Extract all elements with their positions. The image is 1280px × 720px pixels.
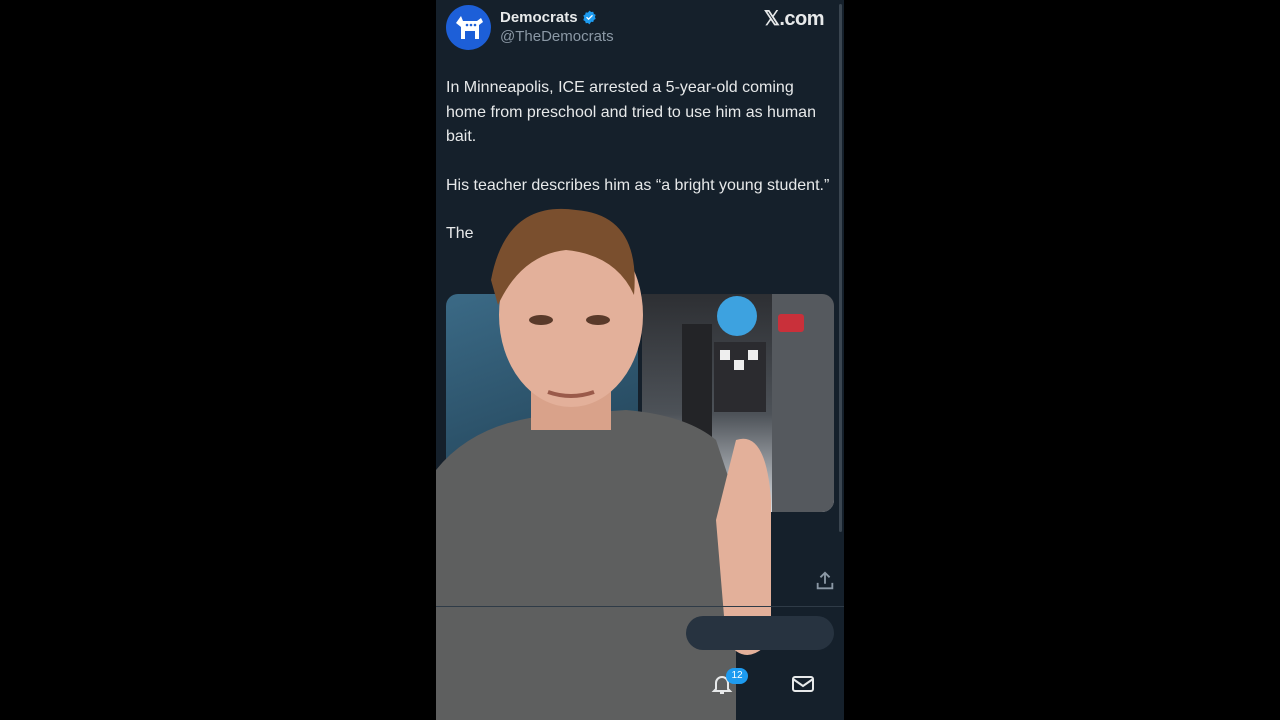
democrat-donkey-icon [456,16,483,39]
tweet-header: Democrats @TheDemocrats 𝕏.com [436,0,844,56]
reply-input[interactable] [686,616,834,650]
notification-count-badge: 12 [726,668,748,684]
site-label: 𝕏.com [763,8,825,30]
mail-icon[interactable] [791,672,815,696]
account-handle[interactable]: @TheDemocrats [500,28,614,45]
verified-badge-icon [582,10,596,25]
account-avatar[interactable] [446,5,491,50]
account-name[interactable]: Democrats [500,9,578,26]
bottom-nav: 12 [436,660,844,720]
tweet-screen: Democrats @TheDemocrats 𝕏.com In Minneap… [436,0,844,720]
tweet-paragraph: In Minneapolis, ICE arrested a 5-year-ol… [446,79,816,145]
divider [436,606,844,607]
share-icon[interactable] [814,570,836,592]
tweet-paragraph: His teacher describes him as “a bright y… [446,176,830,194]
